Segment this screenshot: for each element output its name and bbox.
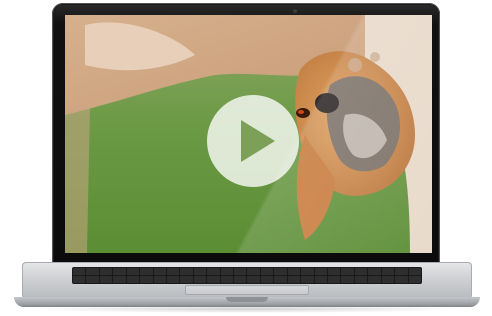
keyboard-key [301,268,314,275]
keyboard-key [354,268,368,275]
keyboard [72,267,422,284]
keyboard-key [113,268,126,275]
keyboard-key [301,276,314,283]
keyboard-key [140,276,153,283]
keyboard-key [287,268,301,275]
keyboard-key [193,268,207,275]
keyboard-key [207,276,220,283]
keyboard-key [153,276,166,283]
trackpad [185,285,309,295]
keyboard-key [220,268,234,275]
keyboard-key [381,276,395,283]
keyboard-key [234,268,247,275]
keyboard-key [86,276,99,283]
keyboard-key [99,276,113,283]
keyboard-key [86,268,99,275]
laptop-front-edge [14,297,480,307]
webcam-icon [293,9,297,13]
keyboard-key [99,268,113,275]
keyboard-key [341,276,354,283]
keyboard-key [328,268,341,275]
keyboard-key [73,276,86,283]
keyboard-key [368,276,381,283]
keyboard-key [381,268,395,275]
video-screen[interactable] [65,15,432,253]
keyboard-key [341,268,354,275]
keyboard-key [260,276,274,283]
keyboard-key [193,276,207,283]
laptop-video-player [0,0,492,316]
keyboard-key [395,268,408,275]
keyboard-key [126,276,140,283]
keyboard-key [274,268,287,275]
keyboard-key [260,268,274,275]
keyboard-key [180,268,193,275]
keyboard-key [207,268,220,275]
keyboard-key [220,276,234,283]
play-icon [241,120,275,162]
keyboard-key [166,276,180,283]
keyboard-key [314,268,328,275]
keyboard-key [395,276,408,283]
keyboard-key [140,268,153,275]
keyboard-key [368,268,381,275]
keyboard-key [314,276,328,283]
keyboard-key [354,276,368,283]
keyboard-key [328,276,341,283]
keyboard-key [113,276,126,283]
keyboard-key [287,276,301,283]
keyboard-key [166,268,180,275]
keyboard-key [408,276,421,283]
keyboard-key [247,268,260,275]
dog-nose [315,93,339,113]
keyboard-key [153,268,166,275]
keyboard-key [234,276,247,283]
keyboard-key [408,268,421,275]
laptop-base [22,262,472,298]
keyboard-key [73,268,86,275]
keyboard-key [247,276,260,283]
play-button[interactable] [207,95,299,187]
keyboard-key [126,268,140,275]
keyboard-key [180,276,193,283]
cow-leg [65,107,90,253]
lid-notch [226,297,268,302]
udder-spot [348,58,362,72]
keyboard-key [274,276,287,283]
